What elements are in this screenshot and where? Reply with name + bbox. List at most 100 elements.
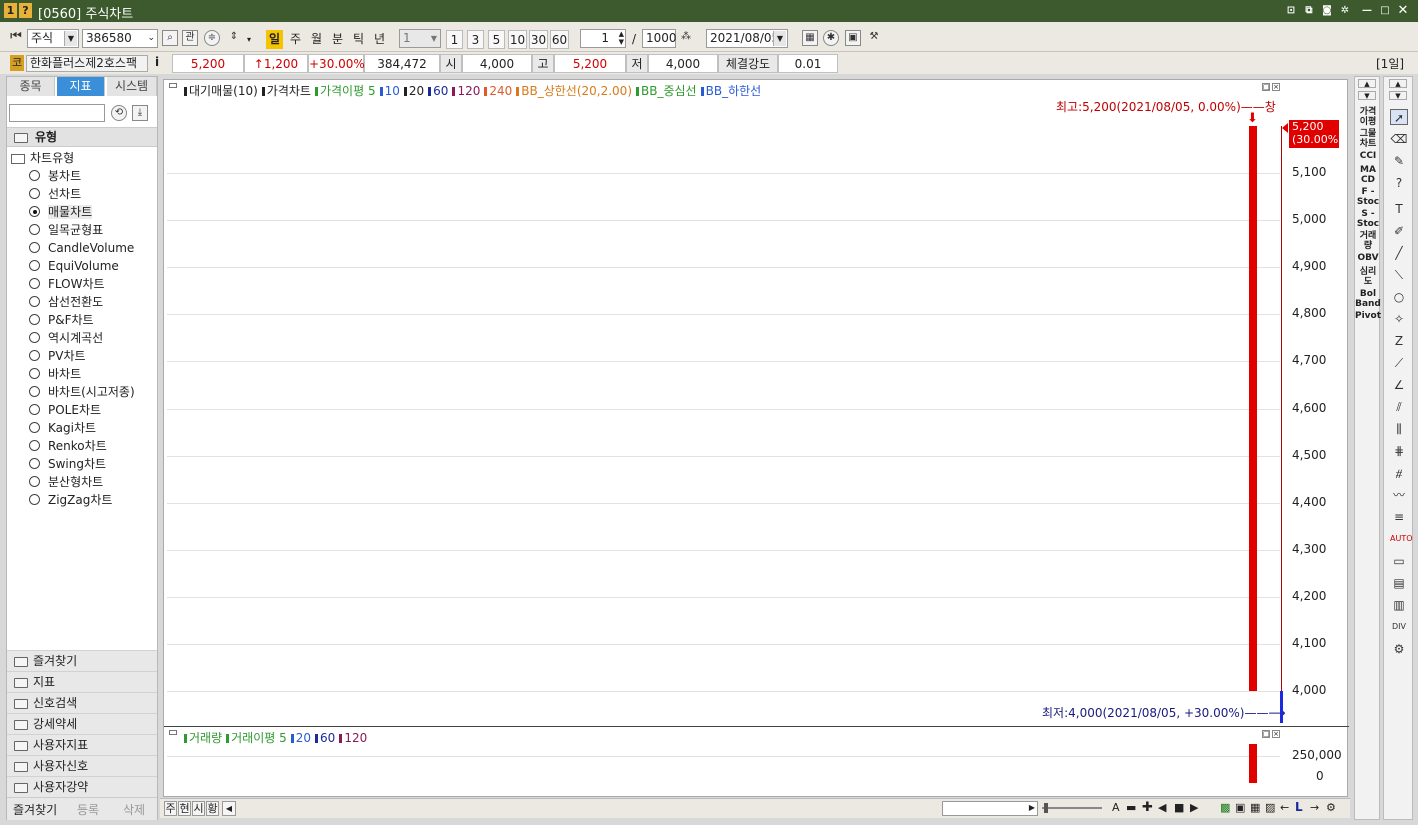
chart-type-option[interactable]: 역시계곡선	[29, 329, 103, 347]
radio-icon[interactable]	[29, 368, 40, 379]
bottom-tab-status[interactable]: 황	[206, 801, 219, 816]
chart-type-option[interactable]: Swing차트	[29, 455, 106, 473]
scroll-up-icon[interactable]: ▲	[1389, 79, 1407, 88]
chart-type-option[interactable]: 선차트	[29, 185, 81, 203]
horizontal-scrollbar[interactable]	[942, 801, 1038, 816]
price-candle[interactable]	[1249, 126, 1257, 691]
tab-indicators[interactable]: 지표	[57, 77, 105, 96]
minimize-icon[interactable]: —	[1360, 4, 1374, 18]
radio-icon[interactable]	[29, 332, 40, 343]
interval-60-button[interactable]: 60	[550, 30, 569, 49]
chart-type-option[interactable]: POLE차트	[29, 401, 101, 419]
favorites-button[interactable]: 즐겨찾기	[13, 801, 57, 818]
indicator-palette-item[interactable]: Bol Band	[1355, 289, 1381, 309]
chart-type-option[interactable]: P&F차트	[29, 311, 94, 329]
indicator-palette-item[interactable]: 심리 도	[1355, 267, 1381, 287]
info-icon[interactable]: i	[155, 55, 159, 69]
help-icon[interactable]: ?	[1390, 175, 1408, 191]
volume-plot[interactable]	[164, 727, 1349, 799]
stop-icon[interactable]: ■	[1174, 801, 1184, 814]
indicator-search-input[interactable]	[9, 104, 105, 122]
gann-line-icon[interactable]: ⟋	[1390, 355, 1408, 371]
refresh-icon[interactable]: ⟲	[111, 105, 127, 121]
copy-window-icon[interactable]: ⧉	[1302, 4, 1316, 18]
calculator-icon[interactable]: ▦	[802, 30, 818, 46]
chart-type-option[interactable]: CandleVolume	[29, 239, 134, 257]
scroll-down-icon[interactable]: ▼	[1389, 91, 1407, 100]
radio-icon[interactable]	[29, 242, 40, 253]
indicator-palette-item[interactable]: 거래 량	[1355, 231, 1381, 251]
scroll-left-icon[interactable]: ◀	[222, 801, 236, 816]
radio-icon[interactable]	[29, 170, 40, 181]
chevron-down-icon[interactable]: ▾	[244, 30, 254, 49]
parallel-lines-icon[interactable]: ⫽	[1390, 399, 1408, 415]
radio-icon[interactable]	[29, 422, 40, 433]
count-stepper[interactable]: 1 ▲ ▼	[580, 29, 626, 48]
market-select[interactable]: 주식 ▼	[27, 29, 79, 48]
font-size-icon[interactable]: A	[1112, 801, 1120, 814]
chart-type-option[interactable]: EquiVolume	[29, 257, 119, 275]
chevron-down-icon[interactable]: ▼	[64, 31, 77, 46]
chart-type-option[interactable]: 봉차트	[29, 167, 81, 185]
radio-icon[interactable]	[29, 260, 40, 271]
first-record-icon[interactable]: ⏮	[8, 30, 24, 46]
tab-stocks[interactable]: 종목	[7, 77, 55, 96]
grid-lines-icon[interactable]: ⫼	[1390, 421, 1408, 437]
zoom-slider-handle[interactable]	[1044, 803, 1048, 813]
folder-item[interactable]: 사용자지표	[7, 734, 157, 755]
zoom-slider[interactable]	[1042, 807, 1102, 809]
table-view-icon[interactable]: ▦	[1250, 801, 1260, 814]
zoom-in-icon[interactable]: ✚	[1142, 800, 1153, 815]
folder-item[interactable]: 사용자신호	[7, 755, 157, 776]
tools-icon[interactable]: ⚒	[866, 30, 882, 46]
radio-icon[interactable]	[29, 314, 40, 325]
erase-all-icon[interactable]: ✎	[1390, 153, 1408, 169]
radio-icon[interactable]	[29, 440, 40, 451]
fibonacci-icon[interactable]: ≡	[1390, 509, 1408, 525]
save-icon[interactable]: ▣	[845, 30, 861, 46]
log-scale-icon[interactable]: L	[1295, 800, 1303, 814]
search-icon[interactable]: ⌕	[162, 30, 178, 46]
wrench-icon[interactable]: ⚙	[1390, 641, 1408, 657]
interval-30-button[interactable]: 30	[529, 30, 548, 49]
window-icon[interactable]: ▭	[1390, 553, 1408, 569]
indicator-palette-item[interactable]: CCI	[1355, 151, 1381, 161]
maximize-icon[interactable]: □	[1378, 4, 1392, 18]
text-tool-icon[interactable]: T	[1390, 201, 1408, 217]
indicator-palette-item[interactable]: OBV	[1355, 253, 1381, 263]
circle-icon[interactable]: ○	[1390, 289, 1408, 305]
chart-type-option[interactable]: Renko차트	[29, 437, 107, 455]
excel-icon[interactable]: ▩	[1220, 801, 1230, 814]
chart-type-option[interactable]: 바차트(시고저종)	[29, 383, 135, 401]
radio-icon[interactable]	[29, 386, 40, 397]
period-minute-button[interactable]: 분	[329, 30, 346, 49]
tab-system[interactable]: 시스템	[107, 77, 157, 96]
bottom-tab-market[interactable]: 시	[192, 801, 205, 816]
document-icon[interactable]: ▤	[1390, 575, 1408, 591]
indicator-palette-item[interactable]: S - Stoc	[1355, 209, 1381, 229]
image-icon[interactable]: ▨	[1265, 801, 1275, 814]
radio-icon[interactable]	[29, 278, 40, 289]
trend-line-icon[interactable]: ╱	[1390, 245, 1408, 261]
scroll-right-icon[interactable]: ▶	[1026, 801, 1038, 816]
radio-icon[interactable]	[29, 458, 40, 469]
camera-icon[interactable]: ◙	[1320, 4, 1334, 18]
chevron-down-icon[interactable]: ⌄	[147, 30, 155, 47]
radio-icon[interactable]	[29, 404, 40, 415]
wave-icon[interactable]: 〰	[1390, 487, 1408, 503]
div-icon[interactable]: DIV	[1390, 619, 1408, 635]
interval-1-button[interactable]: 1	[446, 30, 463, 49]
period-tick-button[interactable]: 틱	[350, 30, 367, 49]
interval-3-button[interactable]: 3	[467, 30, 484, 49]
folder-item[interactable]: 사용자강약	[7, 776, 157, 797]
pencil-icon[interactable]: ✐	[1390, 223, 1408, 239]
radio-icon[interactable]	[29, 296, 40, 307]
arrow-left-icon[interactable]: ←	[1280, 801, 1289, 814]
chart-type-option[interactable]: ZigZag차트	[29, 491, 112, 509]
volume-bar[interactable]	[1249, 744, 1257, 783]
fan-line-icon[interactable]: ∠	[1390, 377, 1408, 393]
stepper-arrows-icon[interactable]: ▲ ▼	[619, 30, 624, 46]
link-icon[interactable]: ⊡	[1284, 4, 1298, 18]
period-year-button[interactable]: 년	[371, 30, 388, 49]
period-month-button[interactable]: 월	[308, 30, 325, 49]
